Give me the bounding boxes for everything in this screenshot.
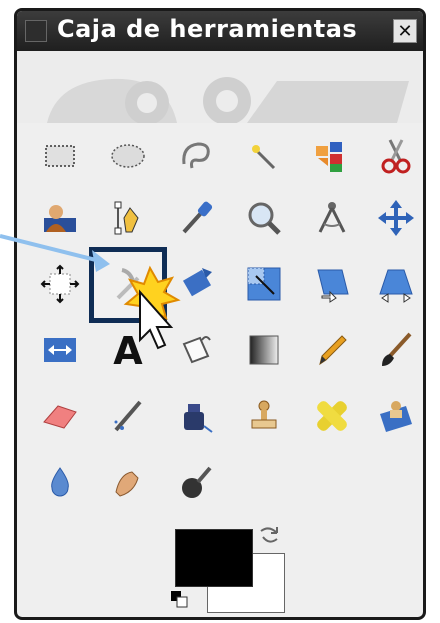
annotation-overlay xyxy=(0,234,181,350)
annotation-arrow-line xyxy=(0,234,105,264)
annotation-arrowhead-icon xyxy=(92,250,110,272)
